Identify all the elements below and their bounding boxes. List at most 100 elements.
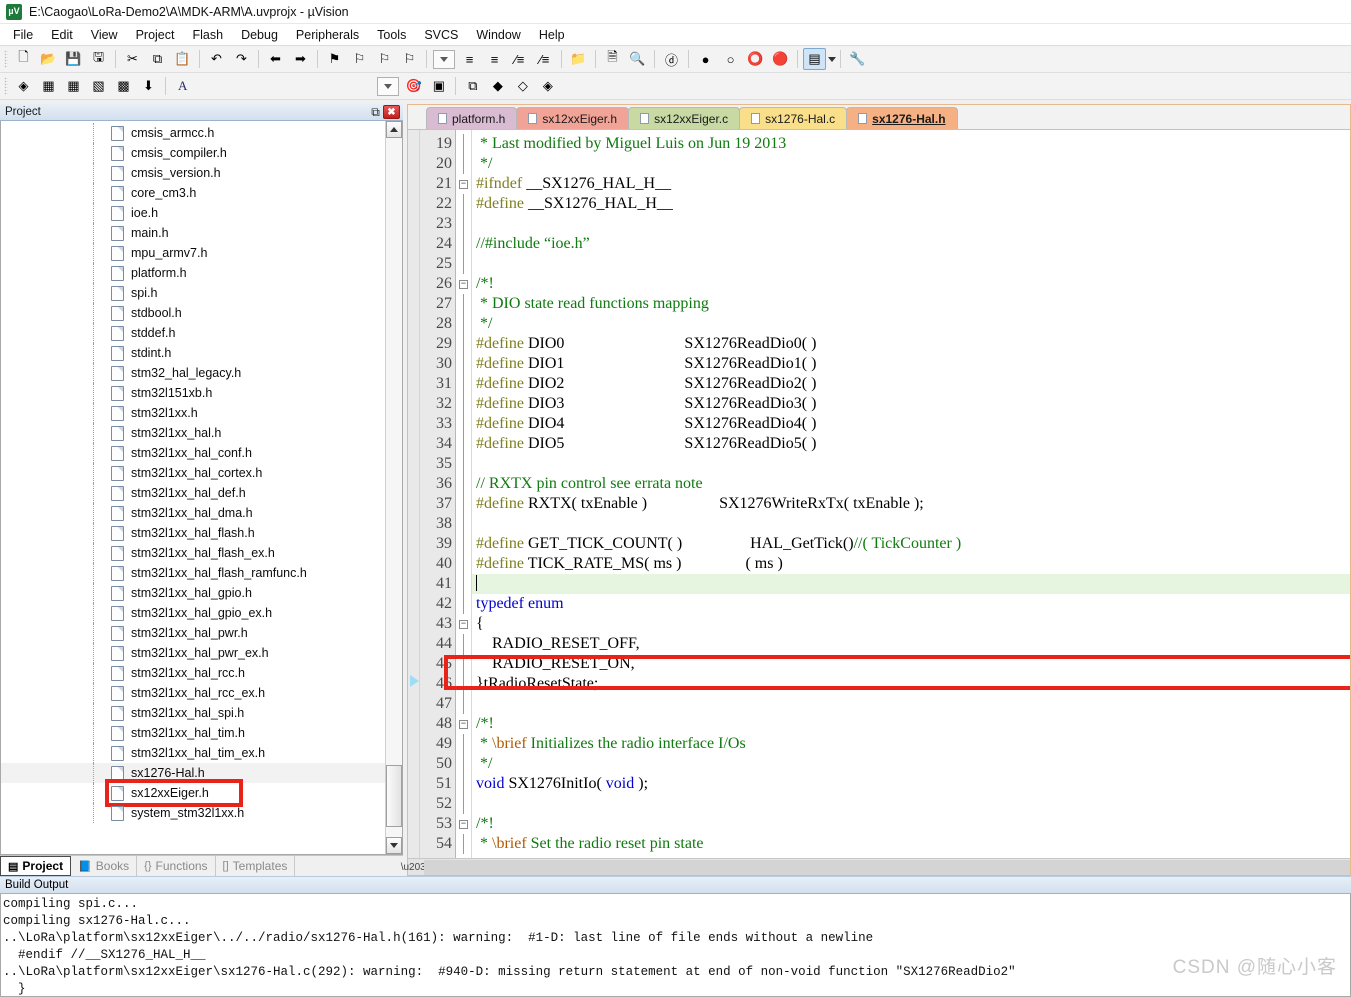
breakpoint-gutter[interactable]: [408, 130, 420, 858]
open-file-icon[interactable]: 📂: [37, 48, 60, 70]
disable-breakpoint-icon[interactable]: ○: [719, 48, 742, 70]
hscroll-track[interactable]: [424, 859, 1350, 875]
editor-tab-sx1276-hal-c[interactable]: sx1276-Hal.c: [739, 107, 848, 129]
uncomment-lines-icon[interactable]: ∕≡: [533, 48, 556, 70]
code-line[interactable]: * \brief Set the radio reset pin state: [472, 834, 1350, 854]
tree-item[interactable]: cmsis_version.h: [1, 163, 385, 183]
code-line[interactable]: */: [472, 154, 1350, 174]
open-folder-icon[interactable]: 📁: [567, 48, 590, 70]
tree-item[interactable]: stdint.h: [1, 343, 385, 363]
project-window-icon[interactable]: ▤: [803, 48, 826, 70]
code-line[interactable]: [472, 214, 1350, 234]
code-line[interactable]: [472, 574, 1350, 594]
comment-lines-icon[interactable]: ∕≡: [508, 48, 531, 70]
multi-project-icon[interactable]: ⧉: [461, 75, 484, 97]
collapse-icon[interactable]: −: [459, 279, 468, 289]
tree-item[interactable]: stm32l1xx_hal_def.h: [1, 483, 385, 503]
code-folding-column[interactable]: − − − − −: [456, 130, 472, 858]
find-next-icon[interactable]: 🔍: [626, 48, 649, 70]
code-line[interactable]: //#include “ioe.h”: [472, 234, 1350, 254]
code-line[interactable]: {: [472, 614, 1350, 634]
tree-item[interactable]: sx12xxEiger.h: [1, 779, 385, 807]
fold-marker[interactable]: −: [456, 614, 471, 634]
tree-item[interactable]: stm32l151xb.h: [1, 383, 385, 403]
code-line[interactable]: #define DIO4 SX1276ReadDio4( ): [472, 414, 1350, 434]
tree-item[interactable]: stm32l1xx_hal_spi.h: [1, 703, 385, 723]
code-line[interactable]: #define TICK_RATE_MS( ms ) ( ms ): [472, 554, 1350, 574]
stop-build-icon[interactable]: ▩: [112, 75, 135, 97]
target-dropdown[interactable]: [377, 76, 400, 96]
find-in-files-icon[interactable]: 🗎: [601, 48, 624, 70]
tree-item[interactable]: stm32_hal_legacy.h: [1, 363, 385, 383]
fold-marker[interactable]: −: [456, 174, 471, 194]
scroll-up-button[interactable]: [386, 121, 402, 138]
cut-icon[interactable]: ✂: [121, 48, 144, 70]
menu-item-peripherals[interactable]: Peripherals: [287, 26, 368, 44]
manage-run-time-icon[interactable]: ◇: [511, 75, 534, 97]
save-icon[interactable]: 💾: [62, 48, 85, 70]
close-icon[interactable]: ✖: [383, 105, 400, 119]
tree-item[interactable]: stm32l1xx_hal_cortex.h: [1, 463, 385, 483]
editor-tab-platform-h[interactable]: platform.h: [426, 107, 518, 129]
code-line[interactable]: */: [472, 754, 1350, 774]
code-line[interactable]: [472, 514, 1350, 534]
tree-item[interactable]: ioe.h: [1, 203, 385, 223]
editor-tab-sx12xxeiger-h[interactable]: sx12xxEiger.h: [516, 107, 630, 129]
menu-item-tools[interactable]: Tools: [368, 26, 415, 44]
menu-item-file[interactable]: File: [4, 26, 42, 44]
tree-item[interactable]: stm32l1xx_hal_pwr.h: [1, 623, 385, 643]
code-line[interactable]: * DIO state read functions mapping: [472, 294, 1350, 314]
disable-all-breakpoints-icon[interactable]: 🔴: [769, 48, 792, 70]
fold-marker[interactable]: −: [456, 814, 471, 834]
code-line[interactable]: #define DIO3 SX1276ReadDio3( ): [472, 394, 1350, 414]
chevron-down-icon[interactable]: [828, 56, 836, 62]
code-line[interactable]: }tRadioResetState;: [472, 674, 1350, 694]
menu-item-window[interactable]: Window: [467, 26, 529, 44]
code-text[interactable]: * Last modified by Miguel Luis on Jun 19…: [472, 130, 1350, 858]
build-target-icon[interactable]: ▦: [37, 75, 60, 97]
configure-icon[interactable]: 🔧: [846, 48, 869, 70]
tree-item[interactable]: stm32l1xx.h: [1, 403, 385, 423]
code-line[interactable]: #define GET_TICK_COUNT( ) HAL_GetTick()/…: [472, 534, 1350, 554]
tree-item[interactable]: spi.h: [1, 283, 385, 303]
menu-item-project[interactable]: Project: [127, 26, 184, 44]
new-file-icon[interactable]: 🗋: [12, 48, 35, 70]
fold-marker[interactable]: −: [456, 714, 471, 734]
tree-item[interactable]: stm32l1xx_hal_tim_ex.h: [1, 743, 385, 763]
scroll-left-button[interactable]: \u2039: [401, 859, 432, 875]
code-line[interactable]: [472, 254, 1350, 274]
bookmark-next-icon[interactable]: ⚐: [373, 48, 396, 70]
editor-tab-sx12xxeiger-c[interactable]: sx12xxEiger.c: [628, 107, 741, 129]
tree-item[interactable]: stm32l1xx_hal_flash.h: [1, 523, 385, 543]
menu-item-debug[interactable]: Debug: [232, 26, 287, 44]
kill-all-breakpoints-icon[interactable]: ⭕: [744, 48, 767, 70]
bookmark-prev-icon[interactable]: ⚐: [348, 48, 371, 70]
editor-tab-sx1276-hal-h[interactable]: sx1276-Hal.h: [846, 107, 958, 129]
project-tree[interactable]: cmsis_armcc.h cmsis_compiler.h cmsis_versi…: [1, 121, 385, 854]
tree-item[interactable]: cmsis_compiler.h: [1, 143, 385, 163]
code-line[interactable]: #define __SX1276_HAL_H__: [472, 194, 1350, 214]
menu-item-edit[interactable]: Edit: [42, 26, 82, 44]
bookmark-clear-icon[interactable]: ⚐: [398, 48, 421, 70]
tree-item[interactable]: stm32l1xx_hal_rcc.h: [1, 663, 385, 683]
collapse-icon[interactable]: −: [459, 619, 468, 629]
scrollbar-track[interactable]: [386, 138, 402, 837]
tree-item[interactable]: stm32l1xx_hal_gpio_ex.h: [1, 603, 385, 623]
build-output-text[interactable]: compiling spi.c... compiling sx1276-Hal.c…: [0, 894, 1351, 997]
panel-tab-functions[interactable]: {} Functions: [137, 856, 216, 876]
batch-build-icon[interactable]: ▧: [87, 75, 110, 97]
tree-item[interactable]: main.h: [1, 223, 385, 243]
code-line[interactable]: RADIO_RESET_ON,: [472, 654, 1350, 674]
toolbar-grip[interactable]: [4, 50, 8, 68]
code-line[interactable]: /*!: [472, 714, 1350, 734]
code-line[interactable]: /*!: [472, 814, 1350, 834]
tree-item[interactable]: core_cm3.h: [1, 183, 385, 203]
menu-item-help[interactable]: Help: [530, 26, 574, 44]
collapse-icon[interactable]: −: [459, 179, 468, 189]
code-line[interactable]: RADIO_RESET_OFF,: [472, 634, 1350, 654]
select-software-packs-icon[interactable]: ◈: [536, 75, 559, 97]
code-line[interactable]: #define DIO1 SX1276ReadDio1( ): [472, 354, 1350, 374]
code-view[interactable]: 19 20 21 22 23 24 25 26 27 28 29 30 31 32 33 34 35 36 37 38…: [408, 130, 1350, 858]
menu-item-flash[interactable]: Flash: [183, 26, 232, 44]
insert-breakpoint-icon[interactable]: ●: [694, 48, 717, 70]
